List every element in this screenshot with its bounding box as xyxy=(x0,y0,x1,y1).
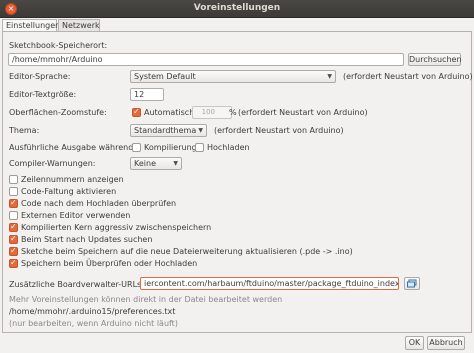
zoom-value: 100 xyxy=(201,108,215,116)
option-label-1: Code-Faltung aktivieren xyxy=(21,187,117,196)
option-checkbox-7[interactable] xyxy=(9,258,18,268)
zoom-spinner[interactable]: 100 xyxy=(192,106,232,119)
info-line-1: Mehr Voreinstellungen können direkt in d… xyxy=(9,295,283,304)
theme-label: Thema: xyxy=(9,126,40,135)
warnings-label: Compiler-Warnungen: xyxy=(9,159,96,168)
preferences-path: /home/mmohr/.arduino15/preferences.txt xyxy=(9,307,176,316)
fontsize-input[interactable]: 12 xyxy=(130,88,164,101)
theme-select[interactable]: Standardthema ▼ xyxy=(130,124,207,137)
warnings-value: Keine xyxy=(134,159,156,168)
window-icon xyxy=(407,279,417,288)
verbose-label: Ausführliche Ausgabe während: xyxy=(9,143,136,152)
boards-url-input[interactable]: iercontent.com/harbaum/ftduino/master/pa… xyxy=(140,277,399,290)
language-select[interactable]: System Default ▼ xyxy=(130,70,336,83)
ok-button[interactable]: OK xyxy=(405,336,424,350)
warnings-select[interactable]: Keine ▼ xyxy=(130,157,182,170)
zoom-label: Oberflächen-Zoomstufe: xyxy=(9,108,107,117)
option-label-7: Speichern beim Überprüfen oder Hochladen xyxy=(21,259,198,268)
option-checkbox-4[interactable] xyxy=(9,222,18,232)
verbose-compile-label: Kompilierung xyxy=(144,143,197,152)
edit-urls-button[interactable] xyxy=(404,277,420,290)
chevron-down-icon: ▼ xyxy=(173,160,178,167)
zoom-auto-checkbox[interactable] xyxy=(132,107,141,117)
option-label-5: Beim Start nach Updates suchen xyxy=(21,235,153,244)
option-checkbox-1[interactable] xyxy=(9,187,18,196)
option-label-6: Sketche beim Speichern auf die neue Date… xyxy=(21,247,353,256)
verbose-upload-checkbox[interactable] xyxy=(195,143,204,152)
sketchbook-label: Sketchbook-Speicherort: xyxy=(9,41,108,50)
sketchbook-path-input[interactable]: /home/mmohr/Arduino xyxy=(8,53,404,66)
fontsize-label: Editor-Textgröße: xyxy=(9,90,77,99)
browse-button[interactable]: Durchsuchen xyxy=(408,53,462,66)
info-line-3: (nur bearbeiten, wenn Arduino nicht läuf… xyxy=(9,319,178,328)
option-checkbox-0[interactable] xyxy=(9,175,18,184)
title-bar: × Voreinstellungen xyxy=(0,0,474,18)
option-checkbox-6[interactable] xyxy=(9,246,18,256)
option-label-2: Code nach dem Hochladen überprüfen xyxy=(21,199,177,208)
option-label-3: Externen Editor verwenden xyxy=(21,211,131,220)
theme-note: (erfordert Neustart von Arduino) xyxy=(214,126,344,135)
chevron-down-icon: ▼ xyxy=(198,127,203,134)
language-label: Editor-Sprache: xyxy=(9,72,71,81)
language-note: (erfordert Neustart von Arduino) xyxy=(343,72,473,81)
language-value: System Default xyxy=(134,72,196,81)
option-checkbox-3[interactable] xyxy=(9,211,18,220)
option-checkbox-5[interactable] xyxy=(9,234,18,244)
cancel-button[interactable]: Abbruch xyxy=(427,336,465,350)
zoom-auto-label: Automatisch xyxy=(144,108,195,117)
option-label-0: Zeilennummern anzeigen xyxy=(21,175,124,184)
zoom-note: (erfordert Neustart von Arduino) xyxy=(238,108,368,117)
zoom-unit: % xyxy=(229,108,237,117)
verbose-compile-checkbox[interactable] xyxy=(132,143,141,152)
verbose-upload-label: Hochladen xyxy=(207,143,250,152)
window-title: Voreinstellungen xyxy=(193,3,281,13)
chevron-down-icon: ▼ xyxy=(327,73,332,80)
option-checkbox-2[interactable] xyxy=(9,198,18,208)
option-label-4: Kompilierten Kern aggressiv zwischenspei… xyxy=(21,223,212,232)
boards-url-label: Zusätzliche Boardverwalter-URLs: xyxy=(9,280,144,289)
theme-value: Standardthema xyxy=(134,126,197,135)
